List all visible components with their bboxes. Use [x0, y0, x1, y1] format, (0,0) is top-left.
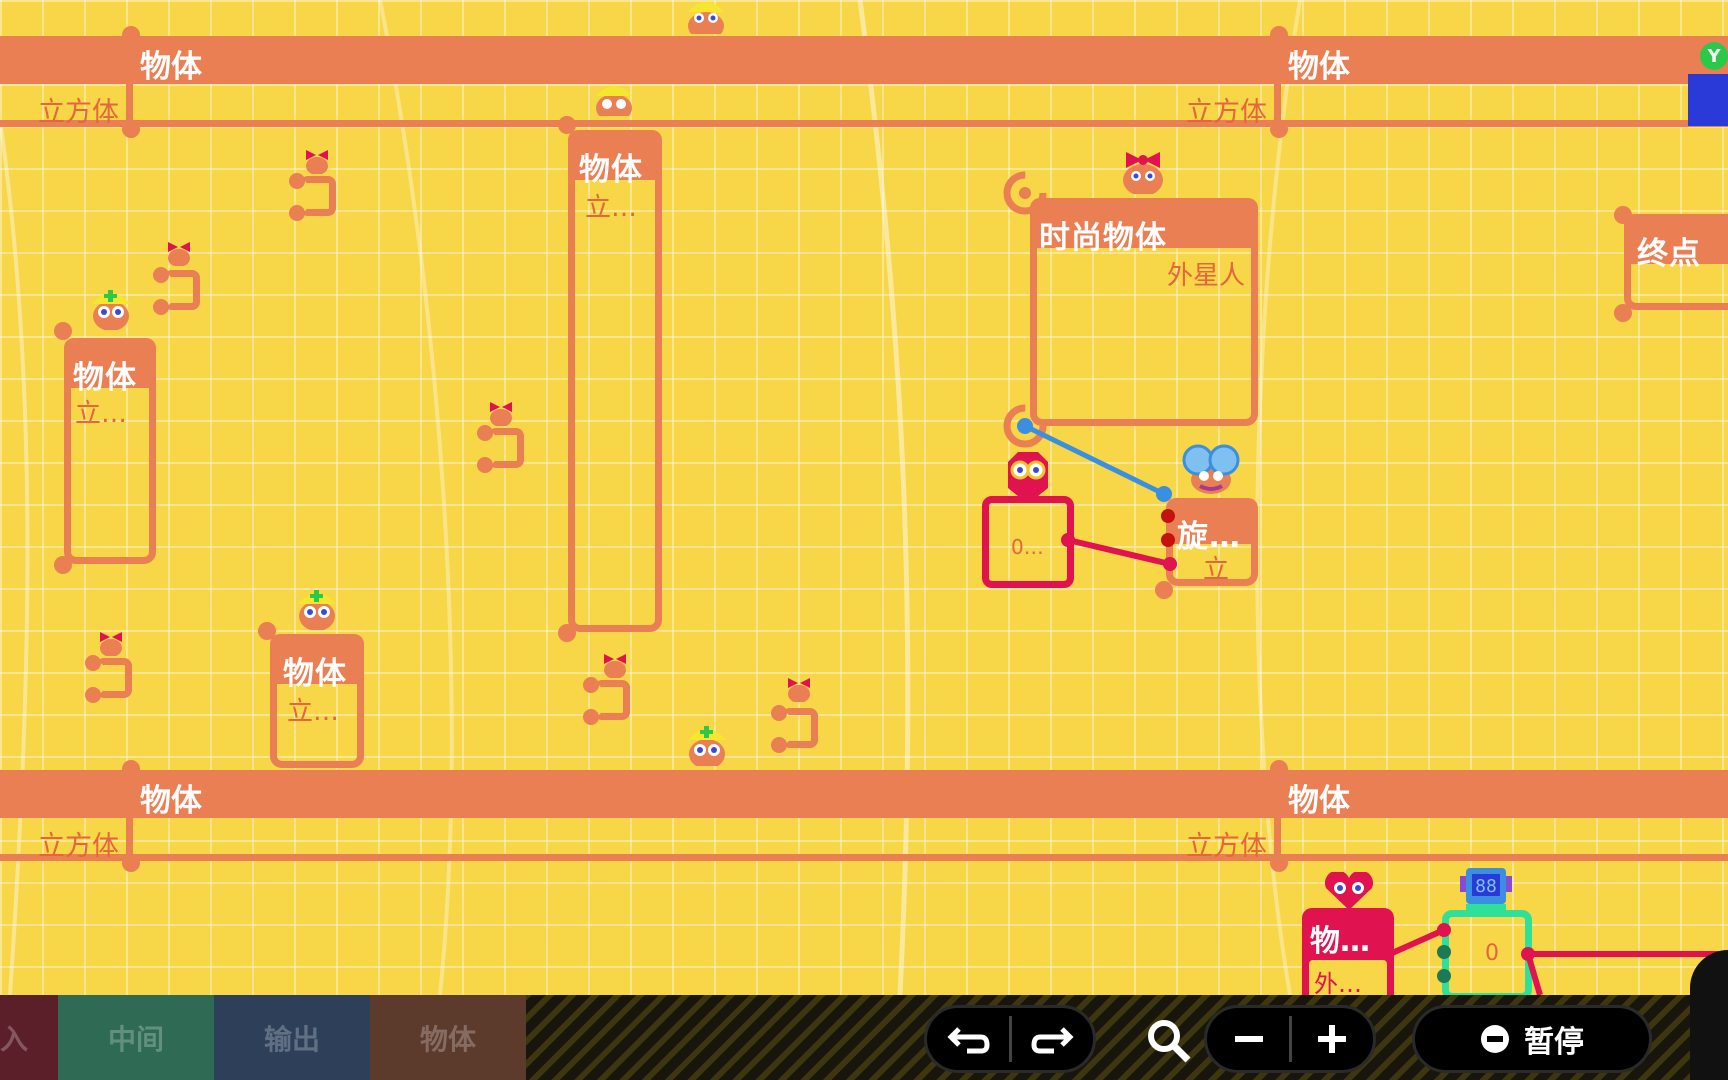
hardhat-critter-icon: [688, 2, 724, 34]
mini-node[interactable]: [153, 267, 200, 315]
curly-hair-critter-icon: [1182, 444, 1240, 494]
hardhat-critter-icon: [92, 290, 130, 330]
minus-icon: [1234, 1036, 1263, 1042]
bow-critter-icon: [1123, 152, 1163, 194]
robot-critter-icon: 88: [1460, 868, 1512, 912]
svg-text:88: 88: [1475, 876, 1497, 897]
bow-critter-icon: [168, 242, 190, 266]
hardhat-critter-icon: [688, 726, 726, 766]
pause-button[interactable]: 暂停: [1412, 1005, 1652, 1073]
wires: [1017, 418, 1728, 995]
hardhat-critter-icon: [298, 590, 336, 630]
tab-object[interactable]: 物体: [370, 995, 526, 1080]
tab-middle[interactable]: 中间: [58, 995, 214, 1080]
zoom-in-button[interactable]: [1292, 1008, 1372, 1070]
mini-node[interactable]: [771, 705, 818, 753]
tab-output[interactable]: 输出: [214, 995, 370, 1080]
undo-icon: [946, 1027, 990, 1054]
bow-critter-icon: [100, 632, 122, 656]
search-icon: [1148, 1020, 1191, 1063]
bow-critter-icon: [788, 678, 810, 702]
node-canvas[interactable]: 物体 立方体 立方体 物体 物体 立方体 立方体 物体 Y 物体 立… 物体 立…: [0, 0, 1728, 995]
minus-circle-icon: [1481, 1025, 1509, 1053]
mini-node[interactable]: [477, 425, 524, 473]
corner-panel: [1690, 950, 1728, 1080]
pause-label: 暂停: [1524, 1025, 1584, 1060]
bow-critter-icon: [306, 150, 328, 174]
bow-critter-icon: [604, 654, 626, 678]
zoom-group: [1204, 1005, 1376, 1073]
undo-redo-group: [924, 1005, 1096, 1073]
mini-node[interactable]: [583, 677, 630, 725]
mini-node[interactable]: [289, 173, 336, 221]
zoom-out-button[interactable]: [1209, 1008, 1289, 1070]
bow-critter-icon: [490, 402, 512, 426]
mini-node[interactable]: [85, 655, 132, 703]
plus-icon: [1317, 1025, 1346, 1053]
glasses-critter-icon: [1008, 452, 1048, 496]
redo-icon: [1030, 1027, 1074, 1054]
redo-button[interactable]: [1012, 1008, 1092, 1070]
heart-critter-icon: [1324, 872, 1374, 910]
search-button[interactable]: [1144, 1016, 1194, 1066]
hardhat-critter-icon: [596, 86, 632, 116]
tab-input[interactable]: 入: [0, 995, 58, 1080]
undo-button[interactable]: [929, 1008, 1009, 1070]
